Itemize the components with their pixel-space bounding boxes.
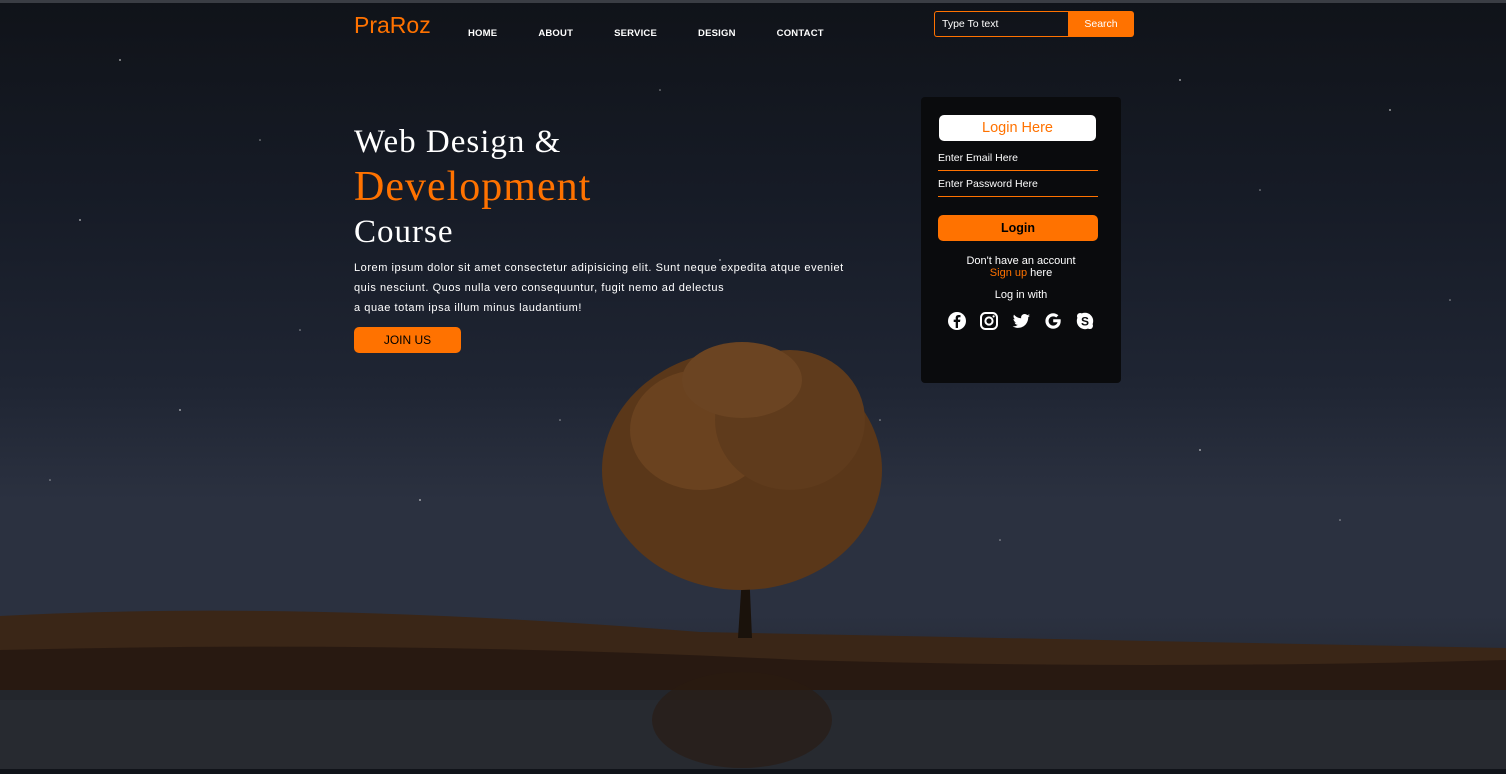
main-nav: HOME ABOUT SERVICE DESIGN CONTACT: [468, 28, 865, 39]
join-us-button[interactable]: JOIN US: [354, 327, 461, 353]
search-button[interactable]: Search: [1068, 11, 1134, 37]
google-icon[interactable]: [1043, 311, 1063, 331]
instagram-icon[interactable]: [979, 311, 999, 331]
login-button[interactable]: Login: [938, 215, 1098, 241]
signup-line: Sign up here: [921, 267, 1121, 279]
background-scene: [0, 0, 1506, 769]
skype-icon[interactable]: S: [1075, 311, 1095, 331]
hero-heading: Web Design & Development Course: [354, 122, 874, 252]
hero-line-1: Web Design &: [354, 124, 562, 160]
facebook-icon[interactable]: [947, 311, 967, 331]
hero-section: Web Design & Development Course Lorem ip…: [354, 122, 874, 318]
nav-home[interactable]: HOME: [468, 28, 497, 39]
login-card: Login Here Enter Email Here Enter Passwo…: [921, 97, 1121, 383]
hero-paragraph-line: Lorem ipsum dolor sit amet consectetur a…: [354, 262, 844, 274]
password-field[interactable]: Enter Password Here: [938, 175, 1098, 197]
hero-line-3: Course: [354, 214, 454, 250]
hero-paragraph-line: quis nesciunt. Quos nulla vero consequun…: [354, 282, 725, 294]
signup-link[interactable]: Sign up: [990, 267, 1027, 279]
hero-paragraph: Lorem ipsum dolor sit amet consectetur a…: [354, 258, 874, 318]
signup-suffix: here: [1027, 267, 1053, 279]
hero-line-2: Development: [354, 164, 592, 210]
logo[interactable]: PraRoz: [354, 12, 431, 39]
nav-about[interactable]: ABOUT: [538, 28, 573, 39]
email-field[interactable]: Enter Email Here: [938, 149, 1098, 171]
nav-service[interactable]: SERVICE: [614, 28, 657, 39]
social-login: S: [947, 311, 1107, 331]
nav-contact[interactable]: CONTACT: [777, 28, 824, 39]
nav-design[interactable]: DESIGN: [698, 28, 736, 39]
no-account-text: Don't have an account: [966, 255, 1076, 267]
svg-text:S: S: [1081, 314, 1089, 328]
search-input[interactable]: [934, 11, 1068, 37]
login-title: Login Here: [939, 115, 1096, 141]
hero-paragraph-line: a quae totam ipsa illum minus laudantium…: [354, 302, 582, 314]
top-border: [0, 0, 1506, 3]
night-landscape: [0, 59, 1506, 769]
twitter-icon[interactable]: [1011, 311, 1031, 331]
login-with-text: Log in with: [994, 289, 1048, 301]
search-bar: Search: [934, 11, 1134, 37]
